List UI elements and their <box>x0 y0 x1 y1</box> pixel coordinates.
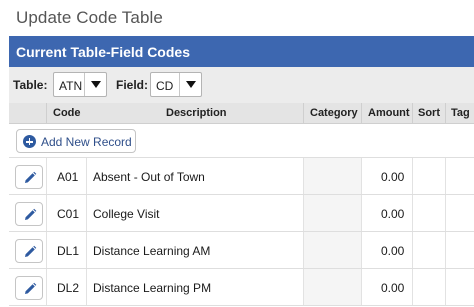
table-select-value: ATN <box>59 79 83 93</box>
panel-header: Current Table-Field Codes <box>9 36 474 67</box>
field-select[interactable]: CD <box>150 72 202 97</box>
table-row: A01 Absent - Out of Town 0.00 <box>9 158 474 195</box>
column-header-tag[interactable]: Tag <box>451 107 470 119</box>
pencil-icon <box>25 282 37 294</box>
edit-button[interactable] <box>15 202 43 226</box>
row-description: Distance Learning AM <box>93 244 211 258</box>
row-description: Absent - Out of Town <box>93 170 205 184</box>
column-header-sort[interactable]: Sort <box>418 107 440 119</box>
field-label: Field: <box>116 78 148 92</box>
chevron-down-icon <box>84 73 106 96</box>
filter-bar: Table: ATN Field: CD <box>9 67 474 103</box>
table-row: DL1 Distance Learning AM 0.00 <box>9 232 474 269</box>
row-code: DL2 <box>57 281 80 295</box>
edit-button[interactable] <box>15 276 43 300</box>
row-code: A01 <box>57 170 79 184</box>
row-description: Distance Learning PM <box>93 281 212 295</box>
row-amount: 0.00 <box>381 170 405 184</box>
add-new-record-label: Add New Record <box>41 135 132 149</box>
pencil-icon <box>25 208 37 220</box>
row-code: DL1 <box>57 244 80 258</box>
pencil-icon <box>25 245 37 257</box>
table-label: Table: <box>13 78 48 92</box>
edit-button[interactable] <box>15 239 43 263</box>
add-new-record-button[interactable]: Add New Record <box>16 129 136 153</box>
column-header-category[interactable]: Category <box>310 107 358 119</box>
table-row: DL2 Distance Learning PM 0.00 <box>9 269 474 306</box>
field-select-value: CD <box>156 79 174 93</box>
column-header-amount[interactable]: Amount <box>368 107 410 119</box>
table-select[interactable]: ATN <box>53 72 107 97</box>
plus-circle-icon <box>23 135 36 148</box>
column-header-description[interactable]: Description <box>166 107 227 119</box>
table-row: C01 College Visit 0.00 <box>9 195 474 232</box>
chevron-down-icon <box>179 73 201 96</box>
row-code: C01 <box>57 207 80 221</box>
pencil-icon <box>25 171 37 183</box>
row-amount: 0.00 <box>381 207 405 221</box>
page-title: Update Code Table <box>16 8 163 27</box>
edit-button[interactable] <box>15 165 43 189</box>
column-header-row: Code Description Category Amount Sort Ta… <box>9 103 474 124</box>
add-record-row: Add New Record <box>9 124 474 158</box>
row-description: College Visit <box>93 207 160 221</box>
row-amount: 0.00 <box>381 281 405 295</box>
column-header-code[interactable]: Code <box>53 107 81 119</box>
row-amount: 0.00 <box>381 244 405 258</box>
